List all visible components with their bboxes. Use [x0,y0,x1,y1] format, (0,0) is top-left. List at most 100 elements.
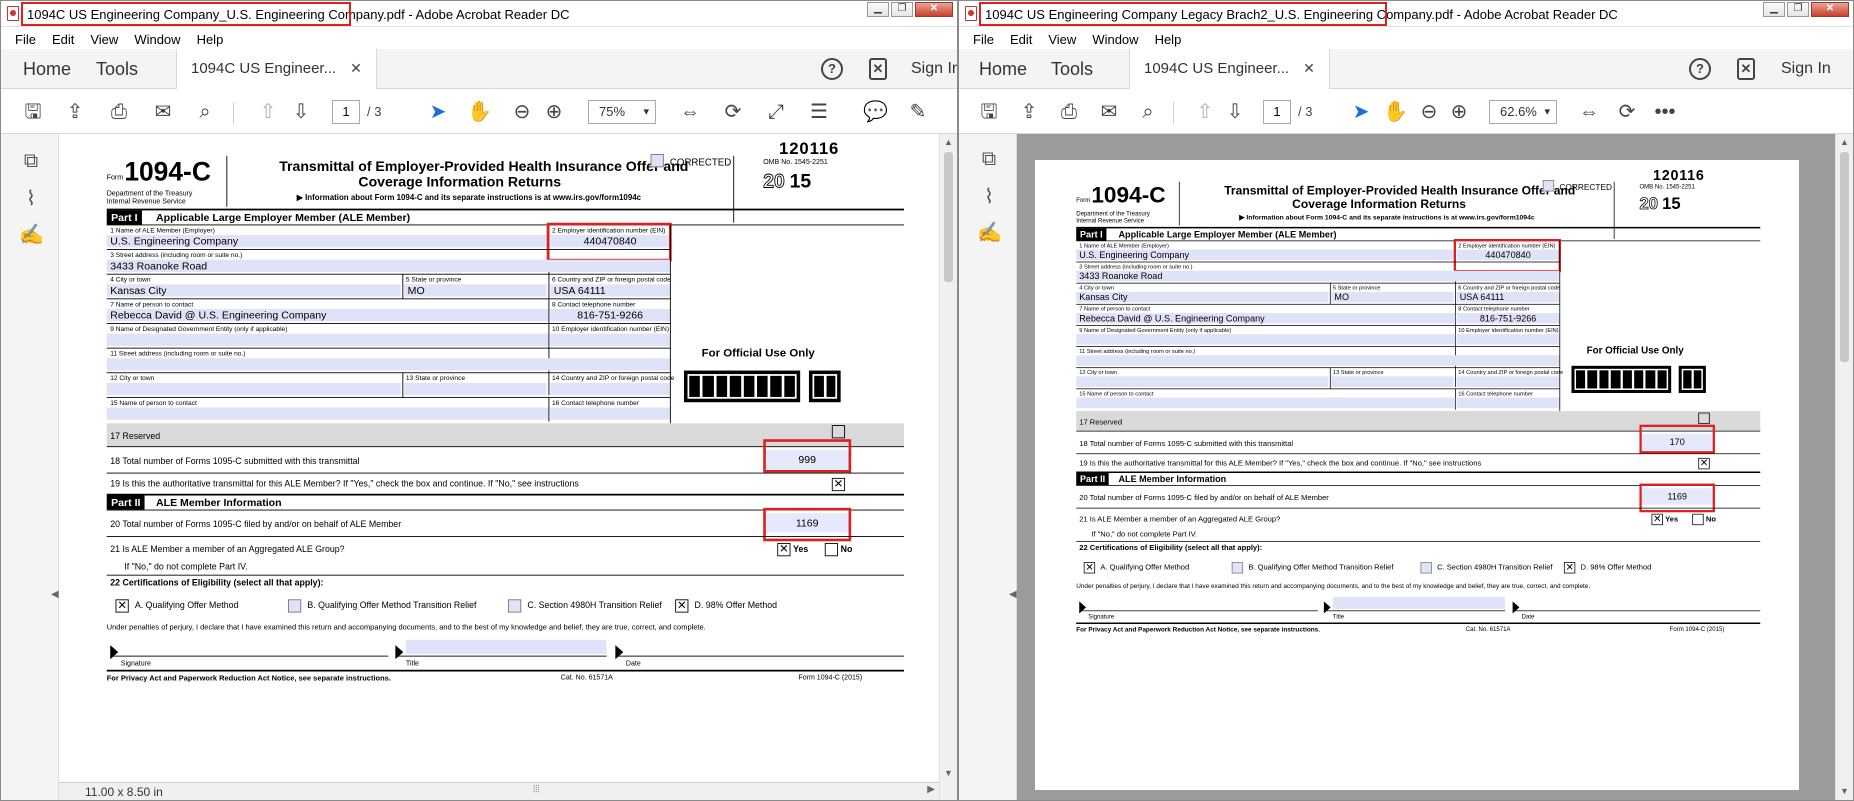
vertical-scrollbar[interactable]: ▲ ▼ [939,134,957,800]
phone-field[interactable]: 816-751-9266 [1456,312,1560,324]
prev-page-icon[interactable]: ⇧ [256,100,280,124]
document-viewport[interactable]: 120116 Form 1094-C Department of the Tre… [1017,134,1835,800]
minimize-icon[interactable]: ▁ [1763,2,1785,17]
line21-no-checkbox[interactable] [1692,513,1704,526]
scroll-thumb[interactable] [1840,152,1849,362]
cert-c-checkbox[interactable] [1420,562,1432,574]
cert-a-checkbox[interactable]: ✕ [1083,562,1096,574]
menu-file[interactable]: File [973,32,994,47]
line10-field[interactable] [1456,334,1560,345]
name-field[interactable]: U.S. Engineering Company [106,235,549,248]
sign-in-link[interactable]: Sign In [911,60,957,78]
contact-field[interactable]: Rebecca David @ U.S. Engineering Company [1076,312,1456,324]
cert-b-checkbox[interactable] [288,599,302,613]
tools-tab[interactable]: Tools [96,59,138,80]
line13-field[interactable] [1331,376,1454,387]
zip-field[interactable]: USA 64111 [550,284,670,297]
search-icon[interactable]: ⌕ [193,100,217,124]
document-tab[interactable]: 1094C US Engineer... ✕ [176,49,377,89]
line12-field[interactable] [106,382,401,396]
sign-icon[interactable]: ✍ [19,222,44,246]
hand-tool-icon[interactable]: ✋ [467,100,492,124]
menu-edit[interactable]: Edit [1010,32,1032,47]
line21-yes-checkbox[interactable]: ✕ [1651,514,1663,526]
menu-help[interactable]: Help [1155,32,1182,47]
phone-field[interactable]: 816-751-9266 [550,308,670,322]
city-field[interactable]: Kansas City [1076,291,1329,303]
maximize-icon[interactable]: ❐ [891,2,913,17]
mobile-link-icon[interactable]: ✕ [869,58,887,80]
save-icon[interactable]: 🖫 [977,100,1001,124]
cert-d-checkbox[interactable]: ✕ [675,599,689,613]
corrected-checkbox[interactable] [1542,180,1555,192]
search-icon[interactable]: ⌕ [1136,100,1160,124]
menu-window[interactable]: Window [134,32,180,47]
close-window-icon[interactable]: ✕ [1811,2,1849,17]
line13-field[interactable] [404,382,547,396]
line16-field[interactable] [550,407,670,420]
zip-field[interactable]: USA 64111 [1456,291,1560,303]
rotate-icon[interactable]: ⟳ [721,100,745,124]
line19-checkbox[interactable]: ✕ [1698,457,1710,470]
line19-checkbox[interactable]: ✕ [831,477,846,492]
attachments-icon[interactable]: ⌇ [19,186,43,210]
hscroll-grip[interactable]: ⦙⦙⦙ [533,784,540,795]
line9-field[interactable] [1076,334,1456,345]
vertical-scrollbar[interactable]: ▲ ▼ [1835,134,1853,800]
attachments-icon[interactable]: ⌇ [977,184,1001,208]
scroll-up-icon[interactable]: ▲ [1840,137,1849,147]
full-screen-icon[interactable]: ⤢ [764,100,788,124]
prev-page-icon[interactable]: ⇧ [1193,100,1217,124]
scroll-down-icon[interactable]: ▼ [944,768,953,778]
print-icon[interactable]: ⎙ [1057,100,1081,124]
line21-no-checkbox[interactable] [824,543,838,557]
zoom-select[interactable]: 62.6% [1489,100,1557,124]
tools-tab[interactable]: Tools [1051,59,1093,80]
upload-icon[interactable]: ⇪ [1017,100,1041,124]
fit-width-icon[interactable]: ⇔ [678,100,702,124]
menu-window[interactable]: Window [1092,32,1138,47]
contact-field[interactable]: Rebecca David @ U.S. Engineering Company [106,308,549,322]
highlight-pen-icon[interactable]: ✎ [906,100,930,124]
line11-field[interactable] [106,358,670,371]
sign-icon[interactable]: ✍ [977,220,1002,244]
line14-field[interactable] [1456,376,1560,387]
name-field[interactable]: U.S. Engineering Company [1076,249,1456,261]
page-number-input[interactable]: 1 [1263,100,1291,124]
state-field[interactable]: MO [404,284,547,297]
next-page-icon[interactable]: ⇩ [289,100,313,124]
zoom-out-icon[interactable]: ⊖ [1417,100,1441,124]
menu-file[interactable]: File [15,32,36,47]
help-icon[interactable]: ? [821,58,843,80]
scroll-right-icon[interactable]: ▶ [927,784,935,795]
select-cursor-icon[interactable]: ➤ [426,100,450,124]
line11-field[interactable] [1076,355,1560,366]
close-tab-icon[interactable]: ✕ [1303,60,1315,76]
zoom-in-icon[interactable]: ⊕ [1447,100,1471,124]
cert-d-checkbox[interactable]: ✕ [1563,562,1576,574]
next-page-icon[interactable]: ⇩ [1223,100,1247,124]
street-field[interactable]: 3433 Roanoke Road [1076,270,1560,282]
scroll-mode-icon[interactable]: ☰ [807,100,831,124]
maximize-icon[interactable]: ❐ [1787,2,1809,17]
menu-view[interactable]: View [90,32,118,47]
upload-icon[interactable]: ⇪ [63,100,87,124]
page-thumbnails-icon[interactable]: ⧉ [977,148,1001,172]
email-icon[interactable]: ✉ [151,100,175,124]
home-tab[interactable]: Home [23,59,71,80]
close-tab-icon[interactable]: ✕ [350,60,362,76]
line21-yes-checkbox[interactable]: ✕ [777,543,791,557]
line15-field[interactable] [1076,397,1456,409]
menu-help[interactable]: Help [197,32,224,47]
email-icon[interactable]: ✉ [1097,100,1121,124]
hand-tool-icon[interactable]: ✋ [1383,100,1408,124]
more-tools-icon[interactable]: ••• [1653,100,1677,124]
state-field[interactable]: MO [1331,291,1454,303]
cert-b-checkbox[interactable] [1231,562,1244,574]
scroll-up-icon[interactable]: ▲ [944,137,953,147]
corrected-checkbox[interactable] [650,154,664,168]
scroll-down-icon[interactable]: ▼ [1840,786,1849,796]
minimize-icon[interactable]: ▁ [867,2,889,17]
line12-field[interactable] [1076,376,1329,387]
help-icon[interactable]: ? [1689,58,1711,80]
